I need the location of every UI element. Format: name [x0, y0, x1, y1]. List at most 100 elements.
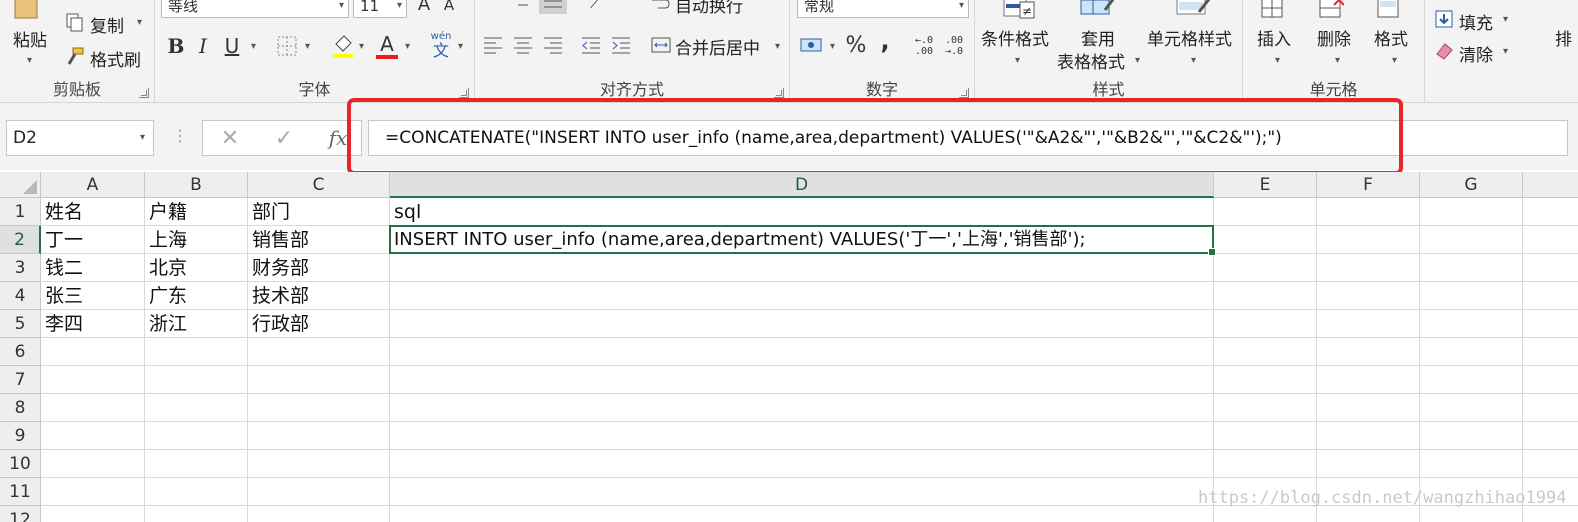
cell-c4[interactable]: 技术部 [248, 282, 390, 310]
decrease-font-icon[interactable]: A [439, 0, 459, 14]
clipboard-icon[interactable] [12, 0, 42, 20]
column-header-a[interactable]: A [41, 172, 145, 198]
cell-a4[interactable]: 张三 [41, 282, 145, 310]
align-center-icon[interactable] [511, 33, 535, 57]
paste-dropdown-icon[interactable]: ▾ [27, 55, 32, 66]
fill-color-icon[interactable] [331, 32, 355, 60]
fill-color-dropdown-icon[interactable]: ▾ [359, 41, 364, 52]
cell-c2[interactable]: 销售部 [248, 226, 390, 254]
cell-c3[interactable]: 财务部 [248, 254, 390, 282]
row-header-11[interactable]: 11 [0, 478, 41, 506]
align-middle-icon[interactable] [539, 0, 567, 14]
number-launcher-icon[interactable] [959, 88, 969, 98]
increase-font-icon[interactable]: A [413, 0, 435, 15]
column-header-e[interactable]: E [1214, 172, 1317, 198]
paste-button[interactable]: 粘贴 [13, 26, 47, 51]
fill-button[interactable]: 填充 [1459, 9, 1493, 34]
decrease-indent-icon[interactable] [579, 33, 603, 57]
align-left-icon[interactable] [481, 33, 505, 57]
column-header-f[interactable]: F [1317, 172, 1420, 198]
format-as-table-icon[interactable] [1079, 0, 1119, 20]
cell-a2[interactable]: 丁一 [41, 226, 145, 254]
increase-indent-icon[interactable] [609, 33, 633, 57]
conditional-format-icon[interactable]: ≠ [1001, 0, 1037, 20]
row-header-5[interactable]: 5 [0, 310, 41, 338]
column-header-d[interactable]: D [390, 172, 1214, 198]
row-header-12[interactable]: 12 [0, 506, 41, 522]
italic-button[interactable]: I [193, 33, 213, 59]
currency-dropdown-icon[interactable]: ▾ [830, 41, 835, 52]
row-header-7[interactable]: 7 [0, 366, 41, 394]
format-cells-icon[interactable] [1373, 0, 1403, 22]
delete-cells-icon[interactable] [1315, 0, 1345, 22]
format-dropdown-icon[interactable]: ▾ [1392, 55, 1397, 66]
delete-button[interactable]: 删除 [1317, 25, 1351, 50]
decrease-decimal-icon[interactable]: .00 →.0 [940, 32, 968, 60]
wrap-text-icon[interactable] [649, 0, 671, 14]
cell-a5[interactable]: 李四 [41, 310, 145, 338]
clipboard-launcher-icon[interactable] [139, 88, 149, 98]
phonetic-icon[interactable]: wén 文 [427, 32, 455, 60]
cell-styles-button[interactable]: 单元格样式 [1147, 25, 1232, 50]
delete-dropdown-icon[interactable]: ▾ [1335, 55, 1340, 66]
row-header-1[interactable]: 1 [0, 198, 41, 226]
underline-dropdown-icon[interactable]: ▾ [251, 41, 256, 52]
cancel-icon[interactable]: ✕ [217, 125, 243, 151]
row-header-8[interactable]: 8 [0, 394, 41, 422]
cell-a3[interactable]: 钱二 [41, 254, 145, 282]
merge-center-icon[interactable] [649, 33, 673, 57]
font-color-icon[interactable]: A [375, 31, 399, 61]
conditional-format-button[interactable]: 条件格式 [981, 25, 1049, 50]
font-name-select[interactable]: 等线 ▾ [161, 0, 349, 18]
row-header-2[interactable]: 2 [0, 226, 41, 254]
cell-b2[interactable]: 上海 [145, 226, 248, 254]
row-header-3[interactable]: 3 [0, 254, 41, 282]
cell-styles-dropdown-icon[interactable]: ▾ [1191, 55, 1196, 66]
copy-button[interactable]: 复制 [90, 12, 124, 37]
active-cell-selection[interactable] [389, 225, 1216, 256]
orientation-icon[interactable]: ⟋ [583, 0, 607, 14]
sort-filter-button[interactable]: 排 [1555, 25, 1572, 50]
cell-a1[interactable]: 姓名 [41, 198, 145, 226]
column-header-g[interactable]: G [1420, 172, 1523, 198]
alignment-launcher-icon[interactable] [774, 88, 784, 98]
align-right-icon[interactable] [541, 33, 565, 57]
border-icon[interactable] [275, 34, 299, 58]
fill-down-icon[interactable] [1433, 8, 1455, 30]
conditional-dropdown-icon[interactable]: ▾ [1015, 55, 1020, 66]
border-dropdown-icon[interactable]: ▾ [305, 41, 310, 52]
font-color-dropdown-icon[interactable]: ▾ [405, 41, 410, 52]
fill-dropdown-icon[interactable]: ▾ [1503, 14, 1508, 25]
cell-d1[interactable]: sql [390, 198, 1214, 226]
wrap-text-button[interactable]: 自动换行 [675, 0, 743, 17]
format-as-table-line2[interactable]: 表格格式 [1057, 48, 1125, 73]
select-all-button[interactable] [0, 172, 41, 198]
clear-dropdown-icon[interactable]: ▾ [1503, 46, 1508, 57]
name-box[interactable]: D2 ▾ [6, 120, 154, 156]
percent-button[interactable]: % [844, 32, 868, 58]
row-header-9[interactable]: 9 [0, 422, 41, 450]
cell-c5[interactable]: 行政部 [248, 310, 390, 338]
cell-b5[interactable]: 浙江 [145, 310, 248, 338]
column-header-b[interactable]: B [145, 172, 248, 198]
insert-button[interactable]: 插入 [1257, 25, 1291, 50]
column-header-h[interactable] [1523, 172, 1578, 198]
insert-cells-icon[interactable] [1257, 0, 1287, 22]
bold-button[interactable]: B [165, 33, 187, 59]
cell-b3[interactable]: 北京 [145, 254, 248, 282]
merge-dropdown-icon[interactable]: ▾ [775, 41, 780, 52]
format-painter-button[interactable]: 格式刷 [90, 46, 141, 71]
format-as-table-dropdown-icon[interactable]: ▾ [1135, 55, 1140, 66]
format-button[interactable]: 格式 [1374, 25, 1408, 50]
currency-icon[interactable] [798, 34, 824, 56]
row-header-6[interactable]: 6 [0, 338, 41, 366]
column-header-c[interactable]: C [248, 172, 390, 198]
row-header-4[interactable]: 4 [0, 282, 41, 310]
row-header-10[interactable]: 10 [0, 450, 41, 478]
copy-dropdown-icon[interactable]: ▾ [137, 17, 142, 28]
cell-styles-icon[interactable] [1175, 0, 1215, 20]
format-as-table-line1[interactable]: 套用 [1081, 25, 1115, 50]
cell-c1[interactable]: 部门 [248, 198, 390, 226]
enter-icon[interactable]: ✓ [271, 125, 297, 151]
merge-center-button[interactable]: 合并后居中 [675, 34, 760, 59]
